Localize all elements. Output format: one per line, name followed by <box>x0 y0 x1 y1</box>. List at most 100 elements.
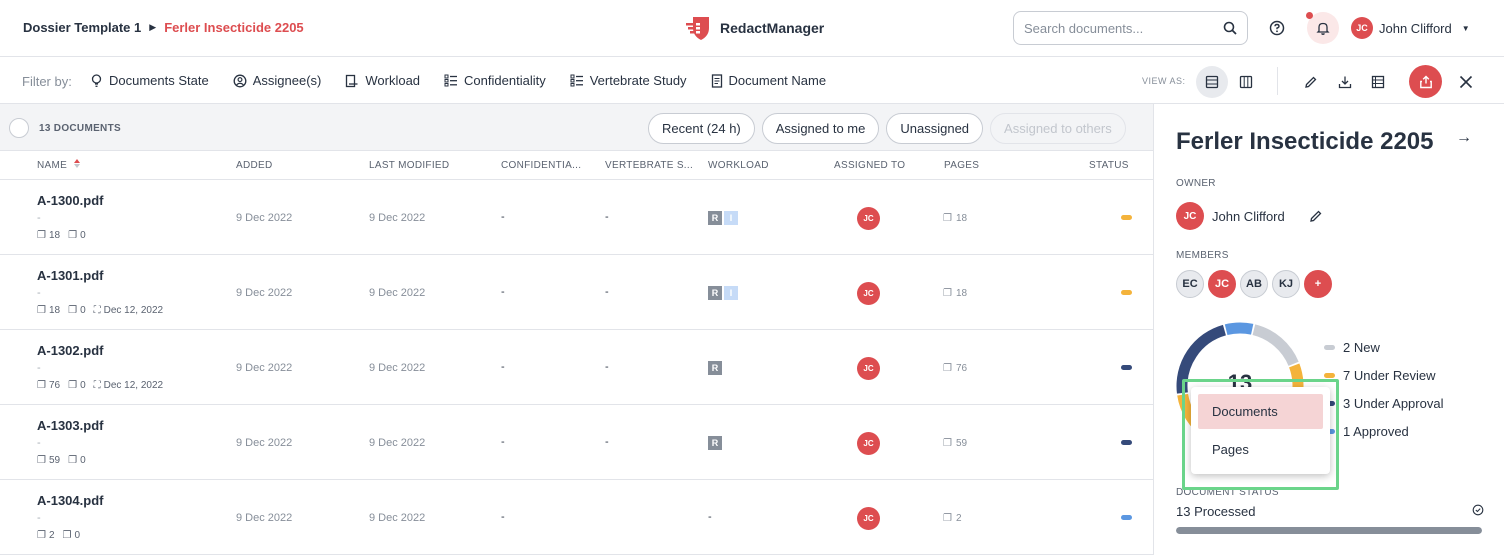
download-button[interactable] <box>1329 66 1361 98</box>
filter-documents-state[interactable]: Documents State <box>90 73 209 88</box>
list-view-button[interactable] <box>1196 66 1228 98</box>
filter-document-name[interactable]: Document Name <box>711 73 826 88</box>
owner-label: OWNER <box>1176 178 1216 189</box>
brand-logo[interactable]: RedactManager <box>684 14 824 42</box>
vertebrate-value: - <box>708 511 712 523</box>
edit-button[interactable] <box>1295 66 1327 98</box>
file-name[interactable]: A-1300.pdf <box>37 193 103 208</box>
workload-badges: R <box>708 361 722 375</box>
member-avatar[interactable]: KJ <box>1272 270 1300 298</box>
meta-annotations: 0 <box>74 530 81 541</box>
assignee-avatar[interactable]: JC <box>857 357 880 380</box>
quick-filter-assigned-to-me[interactable]: Assigned to me <box>761 113 880 144</box>
filter-assignees[interactable]: Assignee(s) <box>233 73 322 88</box>
added-date: 9 Dec 2022 <box>236 512 293 524</box>
assignee-avatar[interactable]: JC <box>857 507 880 530</box>
column-header-added[interactable]: ADDED <box>236 160 273 171</box>
processed-progress-bar <box>1176 527 1482 534</box>
sort-icon[interactable] <box>74 159 80 168</box>
file-name[interactable]: A-1302.pdf <box>37 343 103 358</box>
search-input[interactable] <box>1024 20 1223 36</box>
file-name[interactable]: A-1303.pdf <box>37 418 103 433</box>
filter-vertebrate-study[interactable]: Vertebrate Study <box>570 73 687 88</box>
select-all-checkbox[interactable] <box>9 118 29 138</box>
user-menu[interactable]: JC John Clifford ▼ <box>1351 17 1470 39</box>
quick-filter-assigned-to-others[interactable]: Assigned to others <box>990 113 1126 144</box>
breadcrumb-current[interactable]: Ferler Insecticide 2205 <box>164 20 303 35</box>
close-button[interactable] <box>1450 66 1482 98</box>
focus-highlight <box>1182 379 1339 490</box>
file-meta: ❐ 59 ❐ 0 <box>37 455 86 466</box>
user-circle-icon <box>233 74 247 87</box>
column-header-workload[interactable]: WORKLOAD <box>708 160 769 171</box>
search-box[interactable] <box>1013 11 1248 45</box>
legend-item[interactable]: 2 New <box>1324 340 1443 355</box>
column-header-last-modified[interactable]: LAST MODIFIED <box>369 160 449 171</box>
table-row[interactable]: A-1304.pdf - ❐ 2 ❐ 0 9 Dec 2022 9 Dec 2022… <box>0 480 1153 555</box>
download-icon <box>1338 76 1352 89</box>
scan-icon: ⛶ <box>93 380 101 391</box>
column-header-vertebrate-study[interactable]: VERTEBRATE S... <box>605 160 693 171</box>
workload-image-badge: I <box>724 286 738 300</box>
table-row[interactable]: A-1302.pdf - ❐ 76 ❐ 0 ⛶ Dec 12, 2022 9 Dec … <box>0 330 1153 405</box>
column-header-name[interactable]: NAME <box>37 160 67 171</box>
filter-label-text: Assignee(s) <box>252 73 322 88</box>
filter-workload[interactable]: Workload <box>345 73 420 88</box>
assignee-avatar[interactable]: JC <box>857 432 880 455</box>
column-header-assigned-to[interactable]: ASSIGNED TO <box>834 160 905 171</box>
column-header-status[interactable]: STATUS <box>1089 160 1129 171</box>
file-name[interactable]: A-1304.pdf <box>37 493 103 508</box>
vertebrate-value: - <box>605 211 609 223</box>
pencil-icon[interactable] <box>1309 209 1323 223</box>
file-name[interactable]: A-1301.pdf <box>37 268 103 283</box>
member-avatar[interactable]: EC <box>1176 270 1204 298</box>
table-header: NAME ADDED LAST MODIFIED CONFIDENTIA... … <box>0 151 1153 180</box>
column-header-pages[interactable]: PAGES <box>944 160 979 171</box>
workload-redaction-badge: R <box>708 211 722 225</box>
pages-cell: ❐ 2 <box>943 513 962 524</box>
confidentiality-value: - <box>501 286 505 298</box>
legend-item[interactable]: 7 Under Review <box>1324 368 1443 383</box>
column-header-confidentiality[interactable]: CONFIDENTIA... <box>501 160 581 171</box>
meta-date: Dec 12, 2022 <box>103 380 164 391</box>
annotations-icon: ❐ <box>68 230 78 241</box>
legend-item[interactable]: 3 Under Approval <box>1324 396 1443 411</box>
report-button[interactable] <box>1362 66 1394 98</box>
search-icon[interactable] <box>1223 21 1237 35</box>
assignee-avatar[interactable]: JC <box>857 207 880 230</box>
collapse-arrow-icon[interactable]: → <box>1456 129 1472 147</box>
document-icon <box>711 73 722 88</box>
share-button[interactable] <box>1409 65 1442 98</box>
table-row[interactable]: A-1303.pdf - ❐ 59 ❐ 0 9 Dec 2022 9 Dec 202… <box>0 405 1153 480</box>
chevron-down-icon: ▼ <box>1461 23 1470 33</box>
legend-item[interactable]: 1 Approved <box>1324 424 1443 439</box>
share-icon <box>1419 75 1432 88</box>
annotations-icon: ❐ <box>62 530 72 541</box>
table-row[interactable]: A-1300.pdf - ❐ 18 ❐ 0 9 Dec 2022 9 Dec 202… <box>0 180 1153 255</box>
owner-avatar: JC <box>1176 202 1204 230</box>
annotations-icon: ❐ <box>68 380 78 391</box>
quick-filter-recent[interactable]: Recent (24 h) <box>648 113 755 144</box>
modified-date: 9 Dec 2022 <box>369 437 426 449</box>
filter-list: Documents State Assignee(s) Workload Con… <box>90 73 826 88</box>
filter-confidentiality[interactable]: Confidentiality <box>444 73 546 88</box>
workload-badges: R <box>708 436 722 450</box>
meta-pages: 76 <box>48 380 61 391</box>
legend-label: 1 Approved <box>1343 424 1409 439</box>
pages-count: 76 <box>955 363 968 374</box>
modified-date: 9 Dec 2022 <box>369 287 426 299</box>
assignee-avatar[interactable]: JC <box>857 282 880 305</box>
add-member-button[interactable]: + <box>1304 270 1332 298</box>
user-name: John Clifford <box>1379 20 1452 36</box>
pages-icon: ❐ <box>37 455 46 466</box>
member-avatar[interactable]: AB <box>1240 270 1268 298</box>
breadcrumb-root[interactable]: Dossier Template 1 <box>23 20 141 35</box>
table-row[interactable]: A-1301.pdf - ❐ 18 ❐ 0 ⛶ Dec 12, 2022 9 Dec … <box>0 255 1153 330</box>
member-avatar[interactable]: JC <box>1208 270 1236 298</box>
meta-annotations: 0 <box>80 455 86 466</box>
help-icon[interactable] <box>1268 19 1286 40</box>
workflow-view-button[interactable] <box>1230 66 1262 98</box>
pages-count: 59 <box>955 438 968 449</box>
status-legend: 2 New 7 Under Review 3 Under Approval 1 … <box>1324 340 1443 439</box>
quick-filter-unassigned[interactable]: Unassigned <box>886 113 984 144</box>
